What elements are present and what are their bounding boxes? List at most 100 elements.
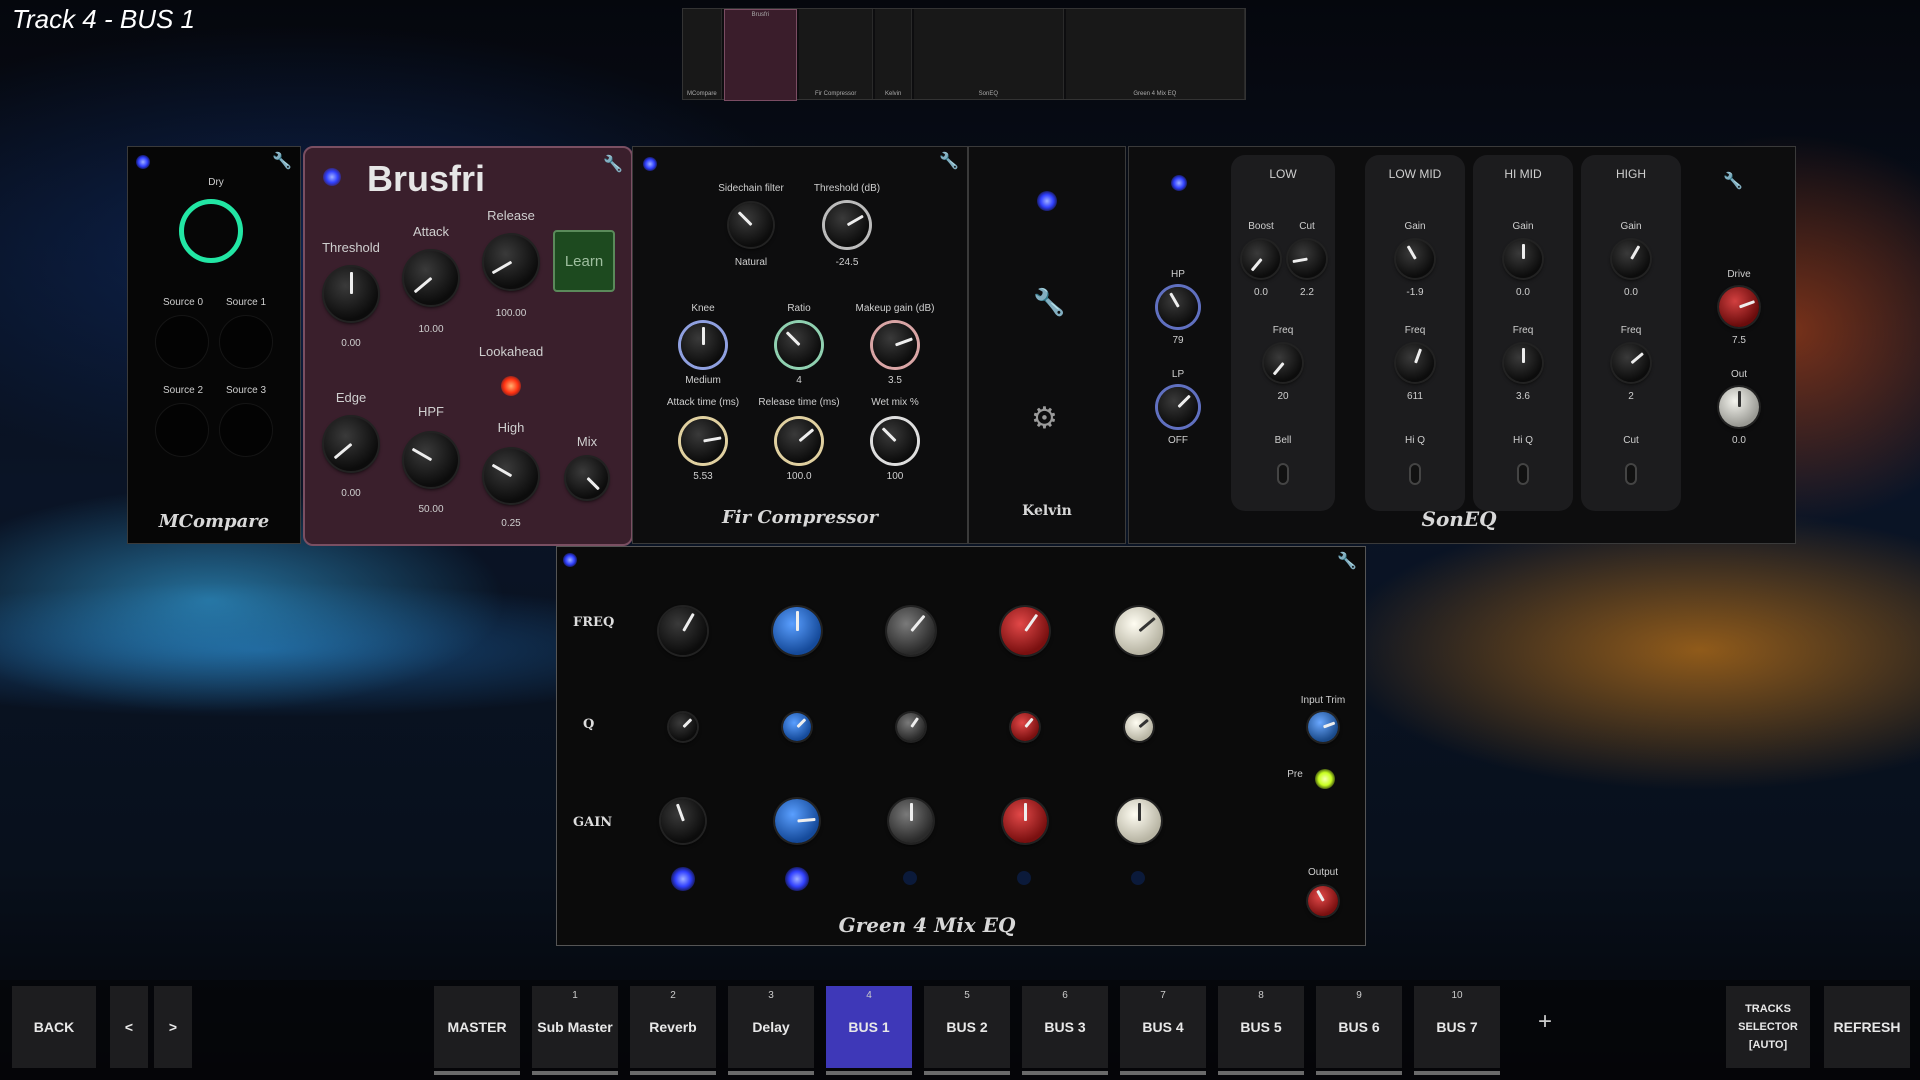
band3-gain-knob[interactable] xyxy=(889,799,933,843)
wrench-icon[interactable]: 🔧 xyxy=(939,151,959,171)
track-button-bus-4[interactable]: 7 BUS 4 xyxy=(1120,986,1206,1075)
wrench-icon[interactable]: 🔧 xyxy=(1723,171,1743,191)
gain-knob[interactable] xyxy=(1612,240,1650,278)
mix-knob[interactable] xyxy=(566,457,608,499)
band1-freq-knob[interactable] xyxy=(659,607,707,655)
lookahead-toggle[interactable] xyxy=(501,376,521,396)
hi-q-switch[interactable] xyxy=(1409,463,1421,485)
hpf-knob[interactable] xyxy=(404,433,458,487)
thumb-fir-compressor[interactable]: Fir Compressor xyxy=(799,9,874,99)
back-button[interactable]: BACK xyxy=(12,986,96,1068)
band4-q-knob[interactable] xyxy=(1011,713,1039,741)
wrench-icon[interactable]: 🔧 xyxy=(1033,287,1065,318)
gain-knob[interactable] xyxy=(1504,240,1542,278)
band4-freq-knob[interactable] xyxy=(1001,607,1049,655)
track-button-delay[interactable]: 3 Delay xyxy=(728,986,814,1075)
input-trim-knob[interactable] xyxy=(1308,712,1338,742)
attack-knob[interactable] xyxy=(404,251,458,305)
prev-button[interactable]: < xyxy=(110,986,148,1068)
track-button-bus-7[interactable]: 10 BUS 7 xyxy=(1414,986,1500,1075)
output-knob[interactable] xyxy=(1308,886,1338,916)
source-3-button[interactable] xyxy=(219,403,273,457)
thumb-brusfri[interactable]: Brusfri xyxy=(723,9,797,101)
release-time-knob[interactable] xyxy=(777,419,821,463)
track-button-bus-5[interactable]: 8 BUS 5 xyxy=(1218,986,1304,1075)
power-led[interactable] xyxy=(1171,175,1187,191)
band3-enable-led[interactable] xyxy=(903,871,917,885)
track-button-bus-2[interactable]: 5 BUS 2 xyxy=(924,986,1010,1075)
cut-switch[interactable] xyxy=(1625,463,1637,485)
freq-knob[interactable] xyxy=(1504,344,1542,382)
power-led[interactable] xyxy=(323,168,341,186)
boost-knob[interactable] xyxy=(1242,240,1280,278)
band5-freq-knob[interactable] xyxy=(1115,607,1163,655)
thumb-green-4-mix-eq[interactable]: Green 4 Mix EQ xyxy=(1065,9,1245,99)
thumb-mcompare[interactable]: MCompare xyxy=(683,9,722,99)
gain-knob[interactable] xyxy=(1396,240,1434,278)
threshold-knob[interactable] xyxy=(825,203,869,247)
gear-icon[interactable]: ⚙ xyxy=(1031,401,1058,436)
band2-freq-knob[interactable] xyxy=(773,607,821,655)
track-label: BUS 3 xyxy=(1044,1019,1086,1035)
band1-enable-led[interactable] xyxy=(671,867,695,891)
ratio-knob[interactable] xyxy=(777,323,821,367)
band2-enable-led[interactable] xyxy=(785,867,809,891)
makeup-gain-knob[interactable] xyxy=(873,323,917,367)
power-led[interactable] xyxy=(136,155,150,169)
track-button-bus-1[interactable]: 4 BUS 1 xyxy=(826,986,912,1075)
lp-knob[interactable] xyxy=(1158,387,1198,427)
freq-knob[interactable] xyxy=(1612,344,1650,382)
band1-gain-knob[interactable] xyxy=(661,799,705,843)
band5-gain-knob[interactable] xyxy=(1117,799,1161,843)
attack-time-knob[interactable] xyxy=(681,419,725,463)
plugin-chain-overview[interactable]: MCompare Brusfri Fir Compressor Kelvin S… xyxy=(682,8,1246,101)
band2-q-knob[interactable] xyxy=(783,713,811,741)
threshold-knob[interactable] xyxy=(324,267,378,321)
freq-knob[interactable] xyxy=(1264,344,1302,382)
wrench-icon[interactable]: 🔧 xyxy=(603,154,623,174)
learn-button[interactable]: Learn xyxy=(553,230,615,292)
wrench-icon[interactable]: 🔧 xyxy=(272,151,292,171)
band5-enable-led[interactable] xyxy=(1131,871,1145,885)
band4-enable-led[interactable] xyxy=(1017,871,1031,885)
dry-button[interactable] xyxy=(179,199,243,263)
hi-q-switch[interactable] xyxy=(1517,463,1529,485)
track-button-bus-6[interactable]: 9 BUS 6 xyxy=(1316,986,1402,1075)
track-button-sub-master[interactable]: 1 Sub Master xyxy=(532,986,618,1075)
drive-knob[interactable] xyxy=(1719,287,1759,327)
power-led[interactable] xyxy=(1037,191,1057,211)
release-knob[interactable] xyxy=(484,235,538,289)
band3-q-knob[interactable] xyxy=(897,713,925,741)
wet-mix-knob[interactable] xyxy=(873,419,917,463)
out-knob[interactable] xyxy=(1719,387,1759,427)
pre-toggle[interactable] xyxy=(1315,769,1335,789)
track-button-master[interactable]: MASTER xyxy=(434,986,520,1075)
band3-freq-knob[interactable] xyxy=(887,607,935,655)
source-0-button[interactable] xyxy=(155,315,209,369)
edge-knob[interactable] xyxy=(324,417,378,471)
refresh-button[interactable]: REFRESH xyxy=(1824,986,1910,1068)
power-led[interactable] xyxy=(643,157,657,171)
source-1-button[interactable] xyxy=(219,315,273,369)
power-led[interactable] xyxy=(563,553,577,567)
track-button-reverb[interactable]: 2 Reverb xyxy=(630,986,716,1075)
hp-knob[interactable] xyxy=(1158,287,1198,327)
cut-knob[interactable] xyxy=(1288,240,1326,278)
band4-gain-knob[interactable] xyxy=(1003,799,1047,843)
tracks-selector-button[interactable]: TRACKS SELECTOR [AUTO] xyxy=(1726,986,1810,1068)
band2-gain-knob[interactable] xyxy=(775,799,819,843)
band1-q-knob[interactable] xyxy=(669,713,697,741)
band5-q-knob[interactable] xyxy=(1125,713,1153,741)
wrench-icon[interactable]: 🔧 xyxy=(1337,551,1357,571)
source-2-button[interactable] xyxy=(155,403,209,457)
thumb-kelvin[interactable]: Kelvin xyxy=(875,9,912,99)
knee-knob[interactable] xyxy=(681,323,725,367)
sidechain-filter-knob[interactable] xyxy=(729,203,773,247)
thumb-soneq[interactable]: SonEQ xyxy=(914,9,1064,99)
bell-switch[interactable] xyxy=(1277,463,1289,485)
add-track-button[interactable]: + xyxy=(1538,1008,1552,1036)
next-button[interactable]: > xyxy=(154,986,192,1068)
track-button-bus-3[interactable]: 6 BUS 3 xyxy=(1022,986,1108,1075)
high-knob[interactable] xyxy=(484,449,538,503)
freq-knob[interactable] xyxy=(1396,344,1434,382)
